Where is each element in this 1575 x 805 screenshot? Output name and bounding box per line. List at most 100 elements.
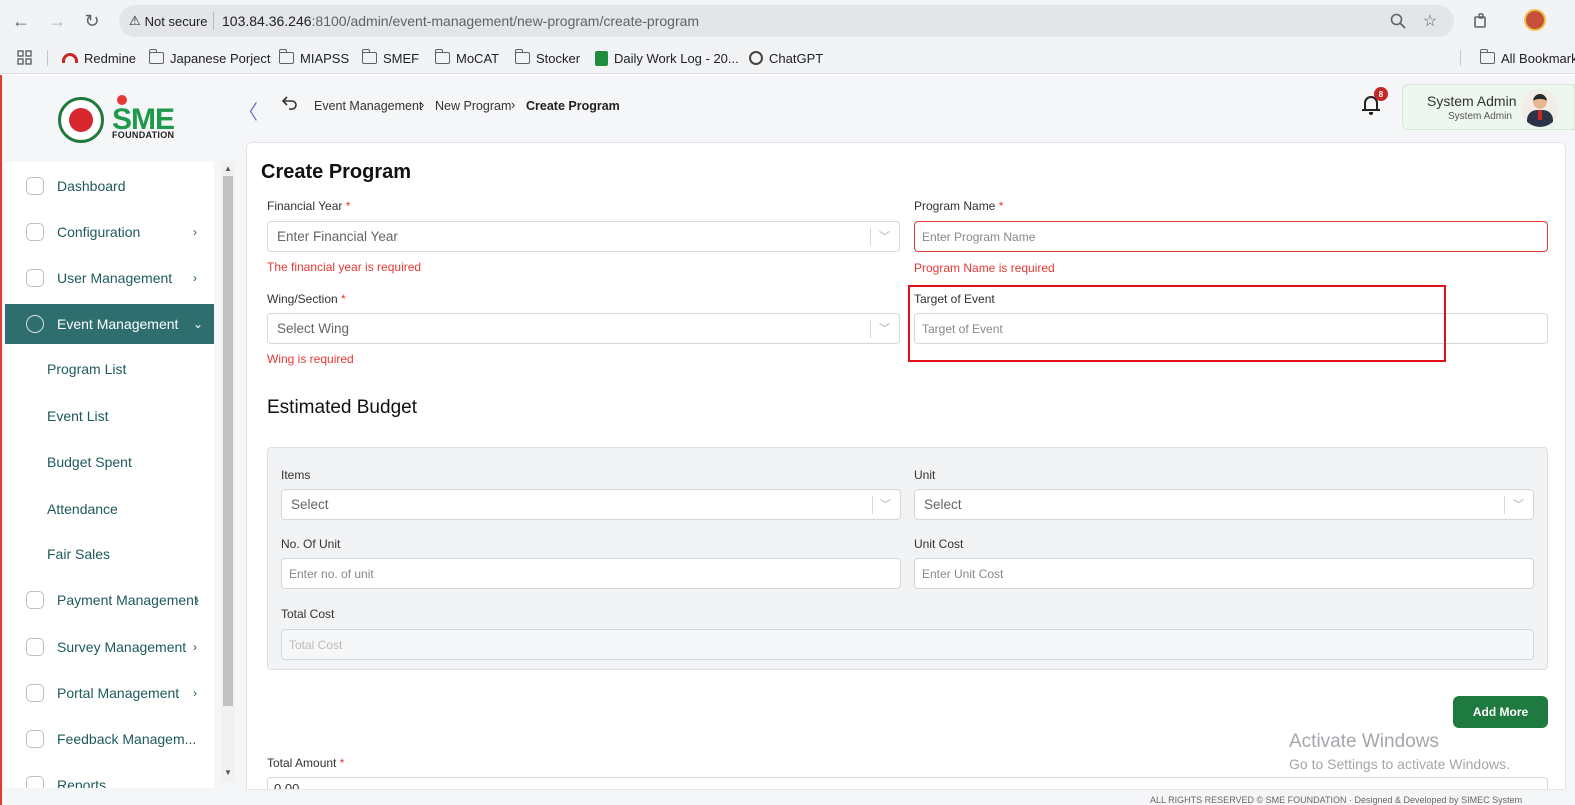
total-cost-label: Total Cost xyxy=(281,607,335,621)
bookmark-miapss[interactable]: MIAPSS xyxy=(278,49,349,67)
sidebar-scrollbar[interactable]: ▲ ▼ xyxy=(221,162,235,782)
star-icon[interactable]: ☆ xyxy=(1420,11,1440,31)
folder-icon xyxy=(1479,49,1495,64)
avatar xyxy=(1521,89,1559,127)
sidebar-item-payment-management[interactable]: Payment Management › xyxy=(5,580,214,620)
total-amount-input[interactable]: 0.00 xyxy=(267,777,1548,789)
sidebar-subitem-fair-sales[interactable]: Fair Sales xyxy=(47,546,110,562)
activate-windows-subtitle: Go to Settings to activate Windows. xyxy=(1289,756,1510,772)
breadcrumb-event-management[interactable]: Event Management xyxy=(314,99,422,113)
bell-base xyxy=(1362,109,1380,111)
create-program-card: Create Program Financial Year * Enter Fi… xyxy=(246,142,1566,790)
not-secure-indicator[interactable]: ⚠ Not secure xyxy=(129,12,208,30)
add-more-button[interactable]: Add More xyxy=(1453,696,1548,728)
user-name: System Admin xyxy=(1427,93,1517,109)
reports-icon xyxy=(26,776,44,788)
chevron-right-icon: › xyxy=(193,640,197,654)
chevron-down-icon: ﹀ xyxy=(879,231,890,243)
sidebar-item-portal-management[interactable]: Portal Management › xyxy=(5,673,214,713)
return-icon[interactable] xyxy=(281,96,298,115)
bookmark-mocat[interactable]: MoCAT xyxy=(434,49,499,67)
select-divider xyxy=(870,228,871,246)
folder-icon xyxy=(434,49,450,64)
financial-year-placeholder: Enter Financial Year xyxy=(277,229,398,244)
sidebar-subitem-budget-spent[interactable]: Budget Spent xyxy=(47,454,132,470)
select-divider xyxy=(870,320,871,338)
reload-icon[interactable]: ↻ xyxy=(80,9,104,33)
user-profile-card[interactable]: System Admin System Admin xyxy=(1402,84,1575,130)
bookmark-stocker[interactable]: Stocker xyxy=(514,49,580,67)
chevron-right-icon: › xyxy=(193,686,197,700)
sidebar-item-configuration[interactable]: Configuration › xyxy=(5,212,214,252)
bookmark-smef[interactable]: SMEF xyxy=(361,49,419,67)
zoom-icon[interactable] xyxy=(1388,11,1408,31)
address-bar[interactable]: ⚠ Not secure 103.84.36.246:8100/admin/ev… xyxy=(119,5,1454,37)
user-management-icon xyxy=(26,269,44,287)
target-of-event-highlight xyxy=(908,285,1446,362)
bookmark-redmine[interactable]: Redmine xyxy=(62,49,136,67)
chevron-down-icon: ﹀ xyxy=(1513,499,1524,511)
wing-placeholder: Select Wing xyxy=(277,321,350,336)
items-select[interactable]: Select ﹀ xyxy=(281,489,901,520)
event-management-icon xyxy=(26,315,44,333)
bookmark-daily-work-log[interactable]: Daily Work Log - 20... xyxy=(595,49,739,67)
select-divider xyxy=(872,496,873,514)
bookmark-japanese-porject[interactable]: Japanese Porject xyxy=(148,49,270,67)
unit-cost-input[interactable]: Enter Unit Cost xyxy=(914,558,1534,589)
all-bookmarks[interactable]: All Bookmarks xyxy=(1460,49,1575,67)
program-name-input[interactable]: Enter Program Name xyxy=(914,221,1548,252)
chevron-right-icon: › xyxy=(193,271,197,285)
unit-cost-label: Unit Cost xyxy=(914,537,964,551)
folder-icon xyxy=(278,49,294,64)
apps-grid-icon[interactable] xyxy=(17,49,33,67)
financial-year-error: The financial year is required xyxy=(267,260,422,274)
survey-icon xyxy=(26,638,44,656)
total-amount-label: Total Amount * xyxy=(267,756,345,770)
portal-icon xyxy=(26,684,44,702)
scrollbar-thumb[interactable] xyxy=(223,176,233,706)
redmine-icon xyxy=(62,53,78,63)
unit-select[interactable]: Select ﹀ xyxy=(914,489,1534,520)
sidebar-subitem-event-list[interactable]: Event List xyxy=(47,408,108,424)
folder-icon xyxy=(514,49,530,64)
sidebar-item-survey-management[interactable]: Survey Management › xyxy=(5,627,214,667)
logo-wordmark: SME FOUNDATION xyxy=(112,95,178,145)
sme-foundation-logo[interactable]: SME FOUNDATION xyxy=(58,95,183,145)
sheets-icon xyxy=(595,50,608,66)
sidebar-subitem-program-list[interactable]: Program List xyxy=(47,361,126,377)
unit-cost-placeholder: Enter Unit Cost xyxy=(922,566,1004,581)
breadcrumb-new-program[interactable]: New Program xyxy=(435,99,511,113)
sidebar-item-user-management[interactable]: User Management › xyxy=(5,258,214,298)
no-of-unit-input[interactable]: Enter no. of unit xyxy=(281,558,901,589)
forward-arrow-icon[interactable]: → xyxy=(45,9,69,33)
program-name-error: Program Name is required xyxy=(914,261,1055,275)
sidebar-subitem-attendance[interactable]: Attendance xyxy=(47,501,118,517)
financial-year-select[interactable]: Enter Financial Year ﹀ xyxy=(267,221,900,252)
payment-icon xyxy=(26,591,44,609)
url-host: 103.84.36.246 xyxy=(222,13,312,29)
financial-year-label: Financial Year * xyxy=(267,199,351,213)
sidebar-item-dashboard[interactable]: Dashboard xyxy=(5,166,214,206)
unit-label: Unit xyxy=(914,468,936,482)
sidebar-item-feedback-management[interactable]: Feedback Managem... xyxy=(5,719,214,759)
extensions-icon[interactable] xyxy=(1469,9,1493,33)
url-text[interactable]: 103.84.36.246:8100/admin/event-managemen… xyxy=(222,13,699,29)
folder-icon xyxy=(361,49,377,64)
back-arrow-icon[interactable]: ← xyxy=(9,9,33,33)
breadcrumb-create-program: Create Program xyxy=(526,99,620,113)
wing-section-label: Wing/Section * xyxy=(267,292,346,306)
footer-text: ALL RIGHTS RESERVED © SME FOUNDATION · D… xyxy=(1150,795,1523,805)
wing-select[interactable]: Select Wing ﹀ xyxy=(267,313,900,344)
bookmark-chatgpt[interactable]: ChatGPT xyxy=(749,49,823,67)
scroll-up-icon[interactable]: ▲ xyxy=(223,164,233,174)
browser-toolbar: ← → ↻ ⚠ Not secure 103.84.36.246:8100/ad… xyxy=(0,0,1575,42)
bell-clapper xyxy=(1369,112,1373,115)
government-emblem-icon xyxy=(58,97,104,143)
sidebar-item-event-management[interactable]: Event Management ⌄ xyxy=(5,304,214,344)
collapse-sidebar-icon[interactable]: 〈 xyxy=(238,96,258,125)
browser-profile-avatar[interactable] xyxy=(1524,9,1546,31)
scroll-down-icon[interactable]: ▼ xyxy=(223,768,233,778)
notification-count-badge: 8 xyxy=(1374,87,1388,101)
sidebar-item-reports[interactable]: Reports xyxy=(5,765,214,788)
feedback-icon xyxy=(26,730,44,748)
